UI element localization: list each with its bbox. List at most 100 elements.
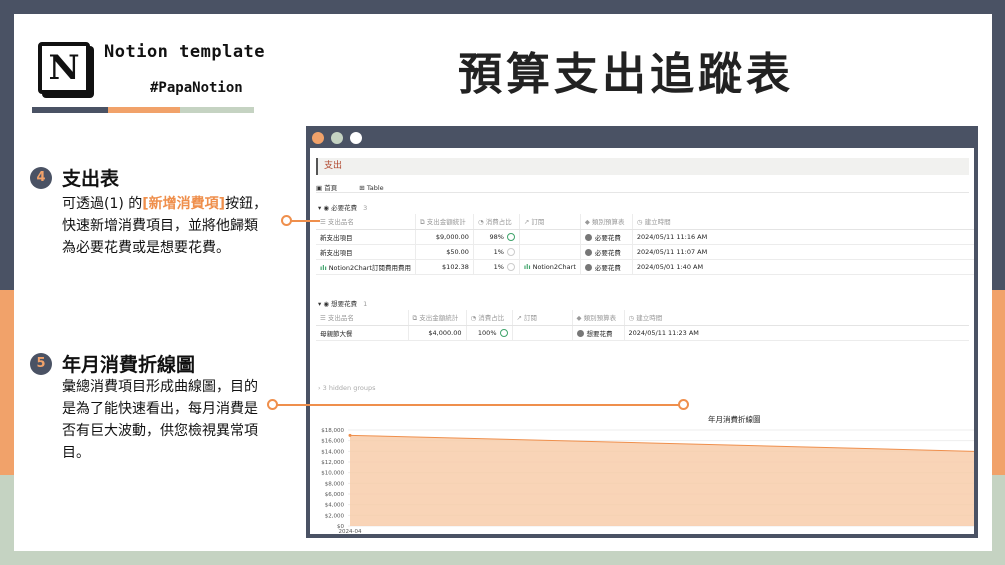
- progress-ring-icon: [499, 328, 508, 337]
- cell-amount: $102.38: [415, 259, 474, 275]
- section-title: 年月消費折線圖: [62, 354, 196, 376]
- column-header: ↗ 訂閱: [519, 214, 581, 230]
- table-row[interactable]: ılı Notion2Chart訂閱費用費用 $102.38 1% ılı Noti…: [316, 259, 974, 275]
- y-tick-label: $2,000: [325, 513, 345, 519]
- divider-bar-sage: [180, 107, 254, 113]
- page-title: 預算支出追蹤表: [458, 49, 794, 100]
- cell-created: 2024/05/11 11:16 AM: [632, 229, 974, 245]
- column-header: ↗ 訂閱: [512, 310, 573, 326]
- y-tick-label: $12,000: [321, 460, 344, 466]
- window-dot-icon: [350, 132, 362, 144]
- connector-dot-icon: [678, 399, 689, 410]
- cell-subscription: [512, 325, 573, 341]
- tag-icon: [576, 330, 584, 337]
- app-window: 支出 ▣ 首頁 ⊞ Table ▾ ◉ 必要花費 3 ☰ 支出品名 ⧉ 支出金額統…: [306, 126, 978, 538]
- cell-category: 必要花費: [580, 259, 633, 275]
- chart-bars-icon: ılı: [523, 262, 531, 271]
- window-dot-icon: [331, 132, 343, 144]
- cell-category: 必要花費: [580, 244, 633, 260]
- database-title: 支出: [316, 158, 969, 175]
- column-header: ⧉ 支出金額統計: [415, 214, 474, 230]
- cell-name: 母親節大餐: [316, 325, 409, 341]
- logo-letter: N: [48, 48, 80, 88]
- cell-pct: 100%: [466, 325, 513, 341]
- section-number-badge: 4: [30, 167, 52, 189]
- section-body: 可透過(1) 的[新增消費項]按鈕，快速新增消費項目，並將他歸類為必要花費或是想…: [62, 193, 268, 259]
- column-header: ◷ 建立時間: [632, 214, 974, 230]
- view-tabs: ▣ 首頁 ⊞ Table: [316, 182, 404, 192]
- table-header-row: ☰ 支出品名 ⧉ 支出金額統計 ◔ 消費占比 ↗ 訂閱 ◆ 類別預算表 ◷ 建立…: [316, 214, 974, 230]
- cell-name: 新支出項目: [316, 244, 416, 260]
- connector-line: [290, 220, 320, 222]
- cell-category: 必要花費: [580, 229, 633, 245]
- template-label: Notion template: [104, 42, 266, 62]
- progress-ring-icon: [506, 262, 515, 271]
- connector-line: [274, 404, 682, 406]
- column-header: ⧉ 支出金額統計: [408, 310, 467, 326]
- tag-icon: [584, 249, 592, 256]
- window-dot-icon: [312, 132, 324, 144]
- progress-ring-icon: [506, 232, 515, 241]
- table-row[interactable]: 母親節大餐 $4,000.00 100% 想要花費 2024/05/11 11:…: [316, 325, 969, 341]
- tab-divider: [316, 192, 969, 193]
- y-tick-label: $6,000: [325, 492, 345, 498]
- group-header[interactable]: ▾ ◉ 想要花費 1: [318, 298, 367, 308]
- connector-dot-icon: [281, 215, 292, 226]
- author-handle: #PapaNotion: [150, 80, 243, 96]
- expense-table: ☰ 支出品名 ⧉ 支出金額統計 ◔ 消費占比 ↗ 訂閱 ◆ 類別預算表 ◷ 建立…: [316, 310, 969, 341]
- column-header: ◆ 類別預算表: [572, 310, 625, 326]
- cell-created: 2024/05/11 11:07 AM: [632, 244, 974, 260]
- y-tick-label: $18,000: [321, 428, 344, 434]
- column-header: ☰ 支出品名: [316, 214, 416, 230]
- divider-bar-orange: [108, 107, 180, 113]
- cell-amount: $4,000.00: [408, 325, 467, 341]
- section-body-text: 可透過(1) 的: [62, 196, 143, 212]
- highlight-text: [新增消費項]: [142, 196, 226, 212]
- column-header: ☰ 支出品名: [316, 310, 409, 326]
- cell-subscription: ılı Notion2Chart: [519, 259, 581, 275]
- app-content: 支出 ▣ 首頁 ⊞ Table ▾ ◉ 必要花費 3 ☰ 支出品名 ⧉ 支出金額統…: [310, 148, 974, 534]
- y-tick-label: $16,000: [321, 439, 344, 445]
- cell-name: 新支出項目: [316, 229, 416, 245]
- cell-pct: 1%: [473, 259, 520, 275]
- cell-pct: 98%: [473, 229, 520, 245]
- y-tick-label: $4,000: [325, 503, 345, 509]
- column-header: ◆ 類別預算表: [580, 214, 633, 230]
- cell-category: 想要花費: [572, 325, 625, 341]
- section-number-badge: 5: [30, 353, 52, 375]
- progress-ring-icon: [506, 247, 515, 256]
- column-header: ◔ 消費占比: [473, 214, 520, 230]
- y-tick-label: $14,000: [321, 449, 344, 455]
- table-row[interactable]: 新支出項目 $50.00 1% 必要花費 2024/05/11 11:07 AM: [316, 244, 974, 260]
- y-tick-label: $8,000: [325, 481, 345, 487]
- cell-created: 2024/05/01 1:40 AM: [632, 259, 974, 275]
- connector-dot-icon: [267, 399, 278, 410]
- data-point: [348, 433, 352, 437]
- section-title: 支出表: [62, 168, 120, 190]
- x-tick-label: 2024-04: [339, 529, 362, 534]
- tab-table[interactable]: ⊞ Table: [359, 184, 393, 192]
- table-header-row: ☰ 支出品名 ⧉ 支出金額統計 ◔ 消費占比 ↗ 訂閱 ◆ 類別預算表 ◷ 建立…: [316, 310, 969, 326]
- section-body: 彙總消費項目形成曲線圖，目的是為了能快速看出，每月消費是否有巨大波動，供您檢視異…: [62, 379, 258, 461]
- cell-name: ılı Notion2Chart訂閱費用費用: [316, 259, 416, 275]
- notion-logo-icon: N: [38, 42, 90, 94]
- chart-bars-icon: ılı: [320, 263, 327, 272]
- divider-bar-dark: [32, 107, 108, 113]
- line-chart: $18,000 $16,000 $14,000 $12,000 $10,000 $8,00…: [321, 428, 974, 534]
- cell-pct: 1%: [473, 244, 520, 260]
- tag-icon: [584, 264, 592, 271]
- table-row[interactable]: 新支出項目 $9,000.00 98% 必要花費 2024/05/11 11:1…: [316, 229, 974, 245]
- tag-icon: [584, 234, 592, 241]
- y-tick-label: $10,000: [321, 471, 344, 477]
- cell-subscription: [519, 244, 581, 260]
- cell-amount: $50.00: [415, 244, 474, 260]
- cell-subscription: [519, 229, 581, 245]
- cell-created: 2024/05/11 11:23 AM: [624, 325, 969, 341]
- expense-table: ☰ 支出品名 ⧉ 支出金額統計 ◔ 消費占比 ↗ 訂閱 ◆ 類別預算表 ◷ 建立…: [316, 214, 974, 275]
- column-header: ◔ 消費占比: [466, 310, 513, 326]
- column-header: ◷ 建立時間: [624, 310, 969, 326]
- group-header[interactable]: ▾ ◉ 必要花費 3: [318, 202, 367, 212]
- tab-home[interactable]: ▣ 首頁: [316, 184, 347, 192]
- cell-amount: $9,000.00: [415, 229, 474, 245]
- hidden-groups-toggle[interactable]: › 3 hidden groups: [318, 384, 376, 392]
